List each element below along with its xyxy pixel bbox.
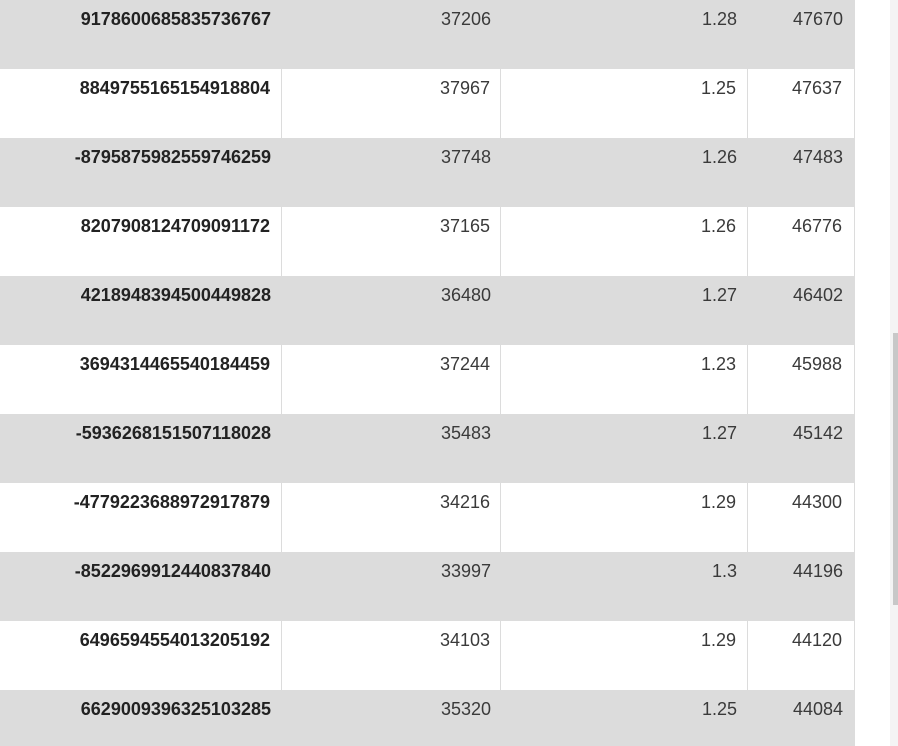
results-table: 9178600685835736767 37206 1.28 47670 884…: [0, 0, 855, 746]
row-id-cell: 8207908124709091172: [0, 207, 282, 276]
vertical-scrollbar-thumb[interactable]: [893, 333, 898, 605]
ratio-cell: 1.3: [711, 561, 737, 581]
row-id-cell: 3694314465540184459: [0, 345, 282, 414]
row-id-cell: 9178600685835736767: [80, 9, 271, 29]
total-cell: 45988: [748, 345, 855, 414]
row-id-cell: -4779223688972917879: [0, 483, 282, 552]
total-cell: 44120: [748, 621, 855, 690]
ratio-cell: 1.27: [701, 285, 737, 305]
value-cell: 33997: [440, 561, 491, 581]
total-cell: 44084: [792, 699, 843, 719]
table-row: 9178600685835736767 37206 1.28 47670: [0, 0, 855, 69]
ratio-cell: 1.28: [701, 9, 737, 29]
table-row: 4218948394500449828 36480 1.27 46402: [0, 276, 855, 345]
value-cell: 37165: [282, 207, 501, 276]
ratio-cell: 1.26: [701, 147, 737, 167]
ratio-cell: 1.25: [701, 699, 737, 719]
table-row: 6629009396325103285 35320 1.25 44084: [0, 690, 855, 746]
value-cell: 34103: [282, 621, 501, 690]
ratio-cell: 1.23: [501, 345, 748, 414]
total-cell: 47637: [748, 69, 855, 138]
value-cell: 34216: [282, 483, 501, 552]
ratio-cell: 1.29: [501, 621, 748, 690]
value-cell: 35320: [440, 699, 491, 719]
row-id-cell: 4218948394500449828: [80, 285, 271, 305]
ratio-cell: 1.26: [501, 207, 748, 276]
value-cell: 37748: [440, 147, 491, 167]
table-row: 3694314465540184459 37244 1.23 45988: [0, 345, 855, 414]
total-cell: 44196: [792, 561, 843, 581]
total-cell: 47670: [792, 9, 843, 29]
total-cell: 44300: [748, 483, 855, 552]
total-cell: 45142: [792, 423, 843, 443]
row-id-cell: -8795875982559746259: [74, 147, 271, 167]
row-id-cell: 8849755165154918804: [0, 69, 282, 138]
table-row: -8795875982559746259 37748 1.26 47483: [0, 138, 855, 207]
value-cell: 35483: [440, 423, 491, 443]
value-cell: 37967: [282, 69, 501, 138]
ratio-cell: 1.29: [501, 483, 748, 552]
row-id-cell: -5936268151507118028: [75, 423, 271, 443]
table-row: 8207908124709091172 37165 1.26 46776: [0, 207, 855, 276]
ratio-cell: 1.25: [501, 69, 748, 138]
total-cell: 46402: [792, 285, 843, 305]
value-cell: 37244: [282, 345, 501, 414]
table-row: 8849755165154918804 37967 1.25 47637: [0, 69, 855, 138]
table-row: -4779223688972917879 34216 1.29 44300: [0, 483, 855, 552]
ratio-cell: 1.27: [701, 423, 737, 443]
results-table-viewport: 9178600685835736767 37206 1.28 47670 884…: [0, 0, 898, 746]
row-id-cell: -8522969912440837840: [74, 561, 271, 581]
value-cell: 37206: [440, 9, 491, 29]
total-cell: 47483: [792, 147, 843, 167]
table-row: 6496594554013205192 34103 1.29 44120: [0, 621, 855, 690]
row-id-cell: 6629009396325103285: [80, 699, 271, 719]
value-cell: 36480: [440, 285, 491, 305]
table-row: -5936268151507118028 35483 1.27 45142: [0, 414, 855, 483]
total-cell: 46776: [748, 207, 855, 276]
row-id-cell: 6496594554013205192: [0, 621, 282, 690]
table-row: -8522969912440837840 33997 1.3 44196: [0, 552, 855, 621]
